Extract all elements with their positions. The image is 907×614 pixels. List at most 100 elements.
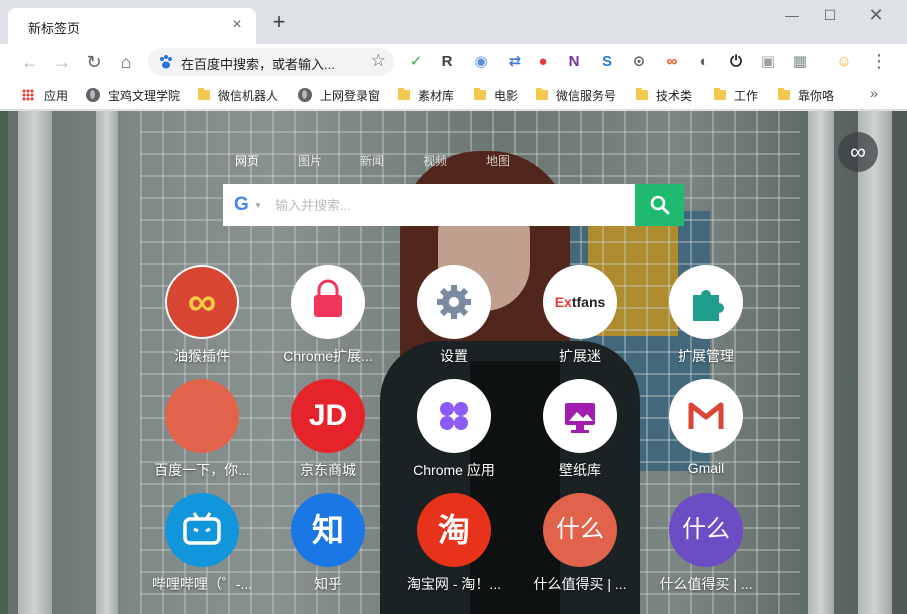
bookmark-item[interactable]: 应用 (22, 86, 68, 104)
tile-label: Chrome 应用 (413, 462, 495, 478)
proxy-extension-icon[interactable]: ⇄ (505, 52, 525, 72)
search-tab-video[interactable]: 视频 (423, 152, 447, 169)
maximize-button[interactable]: ☐ (808, 4, 852, 26)
infinity-menu-button[interactable]: ∞ (838, 132, 878, 172)
s-extension-icon[interactable]: S (597, 52, 617, 72)
bookmark-label: 工作 (734, 88, 759, 103)
tile-chrome-extensions[interactable]: Chrome扩展... (268, 265, 388, 375)
back-button[interactable]: ← (18, 50, 42, 74)
tab-title: 新标签页 (28, 21, 81, 36)
search-tab-web[interactable]: 网页 (235, 152, 259, 169)
tile-label: 京东商城 (300, 462, 356, 478)
apps-grid-icon (22, 89, 34, 101)
tile-label: 扩展管理 (678, 348, 734, 364)
baidu-icon (165, 379, 239, 453)
tile-label: 壁纸库 (559, 462, 601, 478)
owl-extension-icon[interactable]: ◉ (471, 52, 491, 72)
window-close-button[interactable]: ✕ (854, 4, 898, 26)
bookmark-star-icon[interactable]: ☆ (371, 51, 386, 71)
search-button[interactable] (635, 184, 684, 226)
bookmark-item[interactable]: 微信服务号 (536, 86, 616, 104)
search-tab-images[interactable]: 图片 (298, 152, 322, 169)
bookmark-label: 宝鸡文理学院 (108, 88, 181, 103)
bookmark-item[interactable]: 靠你咯 (778, 86, 834, 104)
address-bar[interactable]: 在百度中搜索，或者输入... ☆ (148, 48, 394, 76)
globe-icon (298, 88, 312, 102)
shield-extension-icon[interactable]: ✓ (406, 52, 426, 72)
tile-label: Chrome扩展... (283, 348, 373, 364)
tile-taobao[interactable]: 淘淘宝网 - 淘！... (394, 493, 514, 603)
search-tab-map[interactable]: 地图 (486, 152, 510, 169)
bookmark-item[interactable]: 素材库 (398, 86, 454, 104)
forward-button[interactable]: → (50, 50, 74, 74)
tile-glyph: JD (308, 399, 348, 432)
address-bar-text: 在百度中搜索，或者输入... (181, 57, 335, 72)
bookmark-item[interactable]: 上网登录窗 (298, 86, 380, 104)
tile-glyph: ∞ (187, 280, 217, 324)
tile-label: Gmail (687, 460, 725, 476)
tampermonkey-extension-icon[interactable]: ∞ (662, 52, 682, 72)
baidu-paw-icon (160, 55, 172, 69)
screenshot-extension-icon[interactable]: ⊙ (629, 52, 649, 72)
bookmark-item[interactable]: 宝鸡文理学院 (86, 86, 180, 104)
bookmark-label: 电影 (494, 88, 519, 103)
camera-extension-icon[interactable]: ▣ (758, 52, 778, 72)
bookmark-item[interactable]: 技术类 (636, 86, 692, 104)
active-tab[interactable]: 新标签页 × (8, 8, 256, 44)
bookmark-label: 应用 (44, 88, 69, 103)
tab-close-icon[interactable]: × (228, 16, 246, 34)
tile-glyph: 什么 (556, 516, 604, 543)
tile-glyph: Extfans (554, 294, 606, 310)
tile-smzdm-2[interactable]: 什么 什么值得买 | ... (646, 493, 766, 603)
search-category-tabs: 网页 图片 新闻 视频 地图 (222, 152, 522, 168)
tile-chrome-apps[interactable]: Chrome 应用 (394, 379, 514, 489)
tile-gmail[interactable]: Gmail (646, 379, 766, 489)
folder-icon (474, 88, 486, 100)
bookmark-item[interactable]: 工作 (714, 86, 758, 104)
chrome-menu-icon[interactable]: ⋮ (870, 52, 888, 72)
tile-baidu[interactable]: 百度一下，你... (142, 379, 262, 489)
tile-smzdm-1[interactable]: 什么 什么值得买 | ... (520, 493, 640, 603)
folder-icon (778, 88, 790, 100)
folder-icon (398, 88, 410, 100)
incognito-extension-icon[interactable]: ◐ (694, 52, 714, 72)
google-logo-icon[interactable]: G (234, 194, 249, 216)
tile-zhihu[interactable]: 知知乎 (268, 493, 388, 603)
tile-jd[interactable]: JD 京东商城 (268, 379, 388, 489)
onenote-extension-icon[interactable]: N (564, 52, 584, 72)
bookmark-item[interactable]: 电影 (474, 86, 518, 104)
tile-bilibili[interactable]: 哔哩哔哩（゜-... (142, 493, 262, 603)
red-drop-extension-icon[interactable]: ● (533, 52, 553, 72)
smzdm-1-icon: 什么 (543, 493, 617, 567)
tile-glyph: 知 (311, 512, 344, 548)
tile-label: 扩展迷 (559, 348, 601, 364)
reload-button[interactable]: ↻ (82, 50, 106, 74)
tile-label: 哔哩哔哩（゜-... (151, 576, 253, 592)
new-tab-button[interactable]: + (268, 11, 290, 34)
bookmark-label: 素材库 (418, 88, 455, 103)
home-button[interactable]: ⌂ (114, 50, 138, 74)
tile-glyph: 什么 (682, 516, 730, 543)
bookmarks-bar: » 应用 宝鸡文理学院 微信机器人 上网登录窗 素材库 电影 微信服务号 技术类 工作 靠你咯 (0, 80, 907, 110)
tile-label: 百度一下，你... (154, 462, 250, 478)
tile-tampermonkey[interactable]: ∞ 油猴插件 (142, 265, 262, 375)
bookmark-item[interactable]: 微信机器人 (198, 86, 278, 104)
bookmarks-overflow-icon[interactable]: » (870, 85, 878, 101)
globe-icon (86, 88, 100, 102)
tile-extfans[interactable]: Extfans 扩展迷 (520, 265, 640, 375)
bookmark-label: 靠你咯 (798, 88, 835, 103)
tile-wallpaper[interactable]: 壁纸库 (520, 379, 640, 489)
bookmark-label: 微信服务号 (556, 88, 617, 103)
tile-extension-manager[interactable]: 扩展管理 (646, 265, 766, 375)
r-extension-icon[interactable]: R (437, 52, 457, 72)
tile-settings[interactable]: 设置 (394, 265, 514, 375)
folder-icon (198, 88, 210, 100)
search-input[interactable] (275, 184, 625, 226)
search-tab-news[interactable]: 新闻 (360, 152, 384, 169)
gallery-extension-icon[interactable]: ▦ (790, 52, 810, 72)
bookmark-label: 技术类 (656, 88, 693, 103)
tile-label: 油猴插件 (174, 348, 230, 364)
profile-avatar-icon[interactable]: ☺ (834, 52, 854, 72)
engine-dropdown-icon[interactable]: ▼ (254, 201, 262, 210)
power-extension-icon[interactable]: ⏻ (726, 52, 746, 72)
